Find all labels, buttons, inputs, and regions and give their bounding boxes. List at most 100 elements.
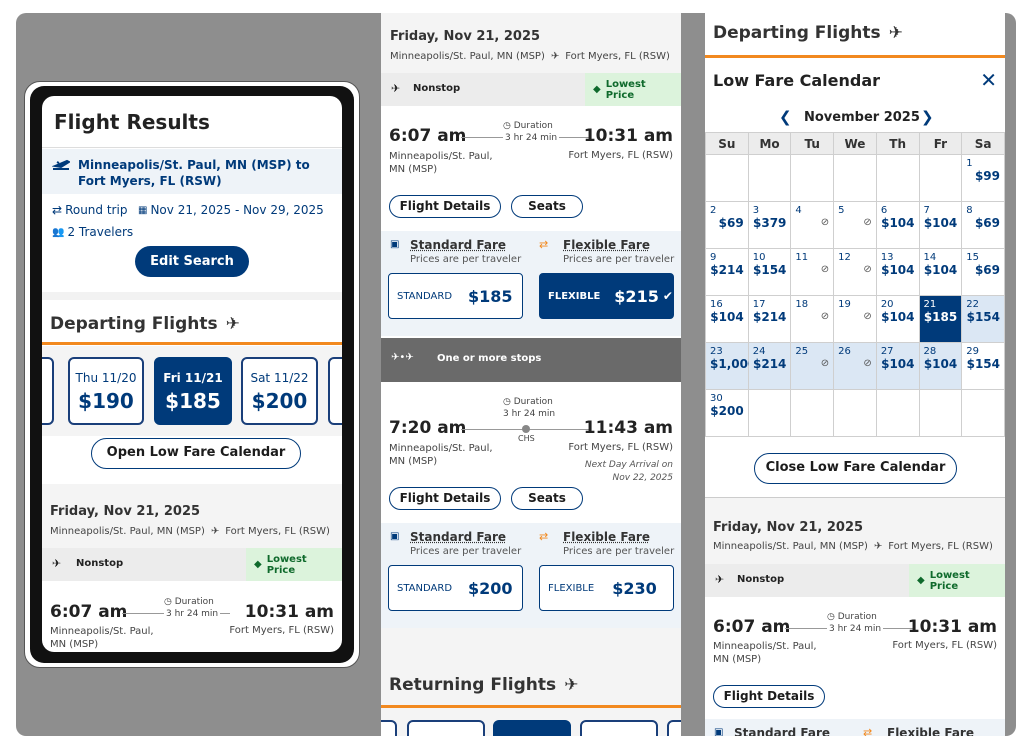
calendar-day[interactable]: 10 $154 (747, 248, 792, 296)
date-card-prev[interactable] (42, 357, 54, 425)
divider (42, 292, 342, 300)
weekday-header: Th (875, 132, 920, 155)
calendar-day[interactable]: 2 $69 (705, 201, 749, 249)
fare-price: $215 (614, 286, 659, 306)
flight-bar: ✈ Nonstop ◆ Lowest Price (381, 73, 681, 106)
calendar-day[interactable]: 3 $379 (747, 201, 792, 249)
calendar-day[interactable]: 14 $104 (918, 248, 963, 296)
calendar-day[interactable]: 1 $99 (961, 154, 1005, 202)
route-from: Minneapolis/St. Paul, MN (MSP) (390, 51, 545, 62)
unavailable-icon: ⊘ (820, 217, 830, 228)
date-card[interactable] (407, 720, 485, 736)
arrive-time: 10:31 am (244, 602, 334, 622)
calendar-day[interactable]: 29 $154 (961, 342, 1005, 390)
calendar-day[interactable]: 30 $200 (705, 389, 749, 437)
route-from: Minneapolis/St. Paul, MN (MSP) (50, 526, 205, 537)
calendar-empty-cell (747, 389, 792, 437)
weekday-header: Sa (961, 132, 1005, 155)
calendar-day[interactable]: 6 $104 (875, 201, 920, 249)
calendar-day[interactable]: 28 $104 (918, 342, 963, 390)
calendar-day[interactable]: 18 ⊘ (790, 295, 835, 343)
seats-button[interactable]: Seats (511, 195, 583, 218)
clock-icon: ◷ (503, 121, 511, 131)
date-card-selected[interactable]: Fri 11/21 $185 (154, 357, 232, 425)
seats-button[interactable]: Seats (511, 487, 583, 510)
flight-details-button[interactable]: Flight Details (389, 487, 501, 510)
calendar-day[interactable]: 23 $1,000 (705, 342, 756, 390)
flexible-fare-title[interactable]: Flexible Fare (563, 238, 650, 252)
calendar-day[interactable]: 11 ⊘ (790, 248, 835, 296)
duration-label-text: Duration (513, 121, 553, 131)
date-card-selected[interactable] (493, 720, 571, 736)
date-header-block: Friday, Nov 21, 2025 Minneapolis/St. Pau… (42, 484, 342, 548)
close-icon[interactable]: ✕ (980, 68, 997, 92)
calendar-empty-cell (833, 154, 877, 202)
calendar-day[interactable]: 9 $214 (705, 248, 749, 296)
next-month-icon[interactable]: ❯ (921, 108, 934, 126)
calendar-day[interactable]: 26 ⊘ (833, 342, 877, 390)
calendar-day[interactable]: 7 $104 (918, 201, 963, 249)
calendar-day[interactable]: 16 $104 (705, 295, 749, 343)
day-number: 19 (838, 299, 851, 310)
calendar-day[interactable]: 22 $154 (961, 295, 1005, 343)
flexible-fare-option[interactable]: FLEXIBLE $230 (539, 565, 674, 611)
standard-fare-option[interactable]: STANDARD $185 (388, 273, 523, 319)
standard-fare-option[interactable]: STANDARD $200 (388, 565, 523, 611)
calendar-day[interactable]: 15 $69 (961, 248, 1005, 296)
from-city: Minneapolis/St. Paul, MN (MSP) (713, 641, 817, 665)
date-card[interactable] (580, 720, 658, 736)
day-number: 5 (838, 205, 845, 216)
prev-month-icon[interactable]: ❮ (779, 108, 792, 126)
calendar-day[interactable]: 24 $214 (747, 342, 792, 390)
calendar-grid: Su Mo Tu We Th Fr Sa 1 $99 2 $69 3 $379 4 ⊘ 5 ⊘ 6 $104 7 $1… (705, 132, 1005, 437)
flight-details-button[interactable]: Flight Details (389, 195, 501, 218)
calendar-day[interactable]: 4 ⊘ (790, 201, 835, 249)
weekday-header: Fr (918, 132, 963, 155)
standard-fare-title[interactable]: Standard Fare (410, 238, 506, 252)
calendar-day[interactable]: 17 $214 (747, 295, 792, 343)
close-calendar-button[interactable]: Close Low Fare Calendar (754, 453, 957, 484)
date-card[interactable]: Sat 11/22 $200 (241, 357, 318, 425)
calendar-day[interactable]: 27 $104 (875, 342, 920, 390)
date-card[interactable]: Thu 11/20 $190 (68, 357, 144, 425)
date-card-price: $200 (251, 389, 308, 413)
calendar-day[interactable]: 5 ⊘ (833, 201, 877, 249)
day-number: 25 (795, 346, 809, 357)
open-calendar-button[interactable]: Open Low Fare Calendar (91, 438, 301, 469)
orange-rule (42, 342, 342, 345)
flexible-fare-option-selected[interactable]: FLEXIBLE $215 ✔ (539, 273, 674, 319)
calendar-day[interactable]: 8 $69 (961, 201, 1005, 249)
day-price: $214 (753, 357, 787, 371)
plane-icon: ✈ (715, 573, 725, 586)
lowest-price-badge: ◆ Lowest Price (585, 73, 681, 106)
calendar-day[interactable]: 19 ⊘ (833, 295, 877, 343)
returning-block: Returning Flights ✈ (381, 628, 681, 736)
calendar-empty-cell (790, 389, 835, 437)
standard-fare-title[interactable]: Standard Fare (734, 726, 830, 736)
calendar-day[interactable]: 13 $104 (875, 248, 920, 296)
calendar-day[interactable]: 12 ⊘ (833, 248, 877, 296)
calendar-day[interactable]: 25 ⊘ (790, 342, 835, 390)
day-number: 29 (966, 346, 979, 357)
to-city: Fort Myers, FL (RSW) (568, 442, 673, 453)
edit-search-button[interactable]: Edit Search (135, 246, 249, 277)
calendar-day[interactable]: 20 $104 (875, 295, 920, 343)
phone-screen: Flight Results Minneapolis/St. Paul, MN … (42, 96, 342, 652)
clock-icon: ◷ (827, 612, 835, 622)
standard-fare-title[interactable]: Standard Fare (410, 530, 506, 544)
date-card-prev[interactable] (381, 720, 397, 736)
calendar-icon: ▦ (138, 204, 148, 216)
day-number: 9 (710, 252, 717, 263)
flexible-fare-icon: ⇄ (863, 726, 873, 736)
airplane-icon: ✈ (564, 675, 579, 695)
fare-price: $230 (612, 578, 657, 598)
lowest-price-label: Lowest Price (929, 569, 970, 592)
flexible-fare-title[interactable]: Flexible Fare (887, 726, 974, 736)
calendar-week: 16 $104 17 $214 18 ⊘ 19 ⊘ 20 $104 21 $185 22 $154 (705, 295, 1005, 343)
flight-details-button[interactable]: Flight Details (713, 685, 825, 708)
date-card-next[interactable] (328, 357, 342, 425)
day-number: 7 (923, 205, 930, 216)
date-card-next[interactable] (667, 720, 681, 736)
calendar-day-selected[interactable]: 21 $185 (918, 295, 963, 343)
flexible-fare-title[interactable]: Flexible Fare (563, 530, 650, 544)
